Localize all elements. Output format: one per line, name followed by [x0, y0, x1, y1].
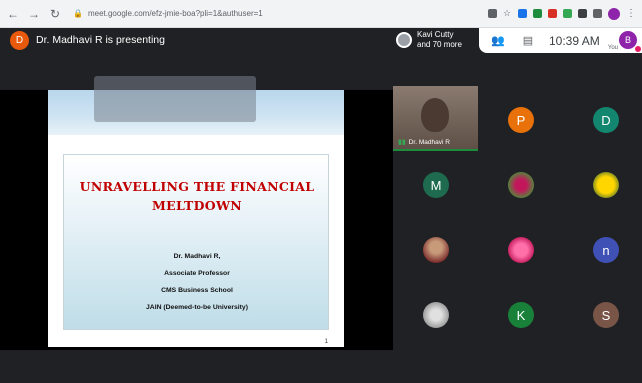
participants-summary: Kavi Cutty and 70 more [417, 30, 462, 50]
more-menu-icon[interactable]: ⋮ [626, 8, 636, 19]
pin-icon[interactable] [593, 9, 602, 18]
slide-designation: Associate Professor [164, 270, 230, 277]
grid-extension-icon[interactable] [563, 9, 572, 18]
profile-avatar[interactable] [608, 7, 620, 20]
participant-grid: ▮▮ Dr. Madhavi R P D M n K S [393, 86, 642, 350]
you-label: You [607, 45, 618, 51]
participant-avatar-pink-flower[interactable] [508, 237, 534, 263]
presentation-screen: UNRAVELLING THE FINANCIAL MELTDOWN Dr. M… [48, 76, 344, 347]
lock-icon: 🔒 [73, 9, 83, 18]
participant-avatar-k[interactable]: K [508, 302, 534, 328]
extension-icon[interactable] [518, 9, 527, 18]
presenter-avatar: D [10, 31, 29, 50]
clock: 10:39 AM [549, 33, 600, 48]
star-icon[interactable]: ☆ [503, 9, 512, 18]
meet-controls-panel: 👥 ▤ 10:39 AM You B [479, 28, 642, 53]
chat-icon[interactable]: ▤ [519, 34, 537, 47]
recording-indicator [635, 46, 641, 52]
extensions-area: ☆ ⋮ [488, 7, 636, 20]
back-icon[interactable]: ← [6, 7, 20, 21]
participant-avatar-rose[interactable] [508, 172, 534, 198]
presenting-label: Dr. Madhavi R is presenting [36, 34, 165, 46]
browser-toolbar: ← → ↻ 🔒 meet.google.com/efz-jmie-boa?pli… [0, 0, 642, 28]
puzzle-icon[interactable] [578, 9, 587, 18]
audio-level-icon: ▮▮ [398, 139, 406, 146]
slide-page-number: 1 [324, 339, 328, 345]
participant-avatar-n[interactable]: n [593, 237, 619, 263]
slide-title: UNRAVELLING THE FINANCIAL MELTDOWN [64, 177, 330, 215]
shield-extension-icon[interactable] [548, 9, 557, 18]
presenter-tile-label: ▮▮ Dr. Madhavi R [398, 138, 450, 147]
main-stage: UNRAVELLING THE FINANCIAL MELTDOWN Dr. M… [0, 76, 642, 350]
slide-title-line1: UNRAVELLING THE FINANCIAL [79, 179, 315, 194]
reload-icon[interactable]: ↻ [48, 7, 62, 21]
participant-avatar-p[interactable]: P [508, 107, 534, 133]
participant-avatar-photo[interactable] [423, 237, 449, 263]
presenter-video-tile[interactable]: ▮▮ Dr. Madhavi R [393, 86, 478, 151]
participants-line2: and 70 more [417, 40, 462, 49]
presenter-video [421, 98, 449, 132]
floating-toolbar[interactable] [94, 76, 256, 122]
participant-avatar-s[interactable]: S [593, 302, 619, 328]
slide-author: Dr. Madhavi R, [173, 253, 221, 260]
slide: UNRAVELLING THE FINANCIAL MELTDOWN Dr. M… [63, 154, 329, 330]
check-extension-icon[interactable] [533, 9, 542, 18]
slide-title-line2: MELTDOWN [151, 198, 243, 213]
slide-school: CMS Business School [161, 287, 233, 294]
forward-icon[interactable]: → [27, 7, 41, 21]
camera-icon[interactable] [488, 9, 497, 18]
participant-avatar [396, 32, 412, 48]
self-avatar[interactable]: B [619, 31, 637, 49]
participant-avatar-d[interactable]: D [593, 107, 619, 133]
people-icon[interactable]: 👥 [489, 34, 507, 47]
participant-avatar-m[interactable]: M [423, 172, 449, 198]
participant-avatar-photo-2[interactable] [423, 302, 449, 328]
participants-line1: Kavi Cutty [417, 30, 454, 39]
address-bar[interactable]: 🔒 meet.google.com/efz-jmie-boa?pli=1&aut… [69, 4, 481, 23]
participant-avatar-flower[interactable] [593, 172, 619, 198]
presenter-tile-name: Dr. Madhavi R [408, 138, 450, 146]
meet-bottom-bar [0, 350, 642, 383]
url-text: meet.google.com/efz-jmie-boa?pli=1&authu… [87, 9, 263, 18]
participants-chip[interactable]: Kavi Cutty and 70 more [396, 30, 462, 50]
slide-university: JAIN (Deemed-to-be University) [146, 304, 248, 311]
